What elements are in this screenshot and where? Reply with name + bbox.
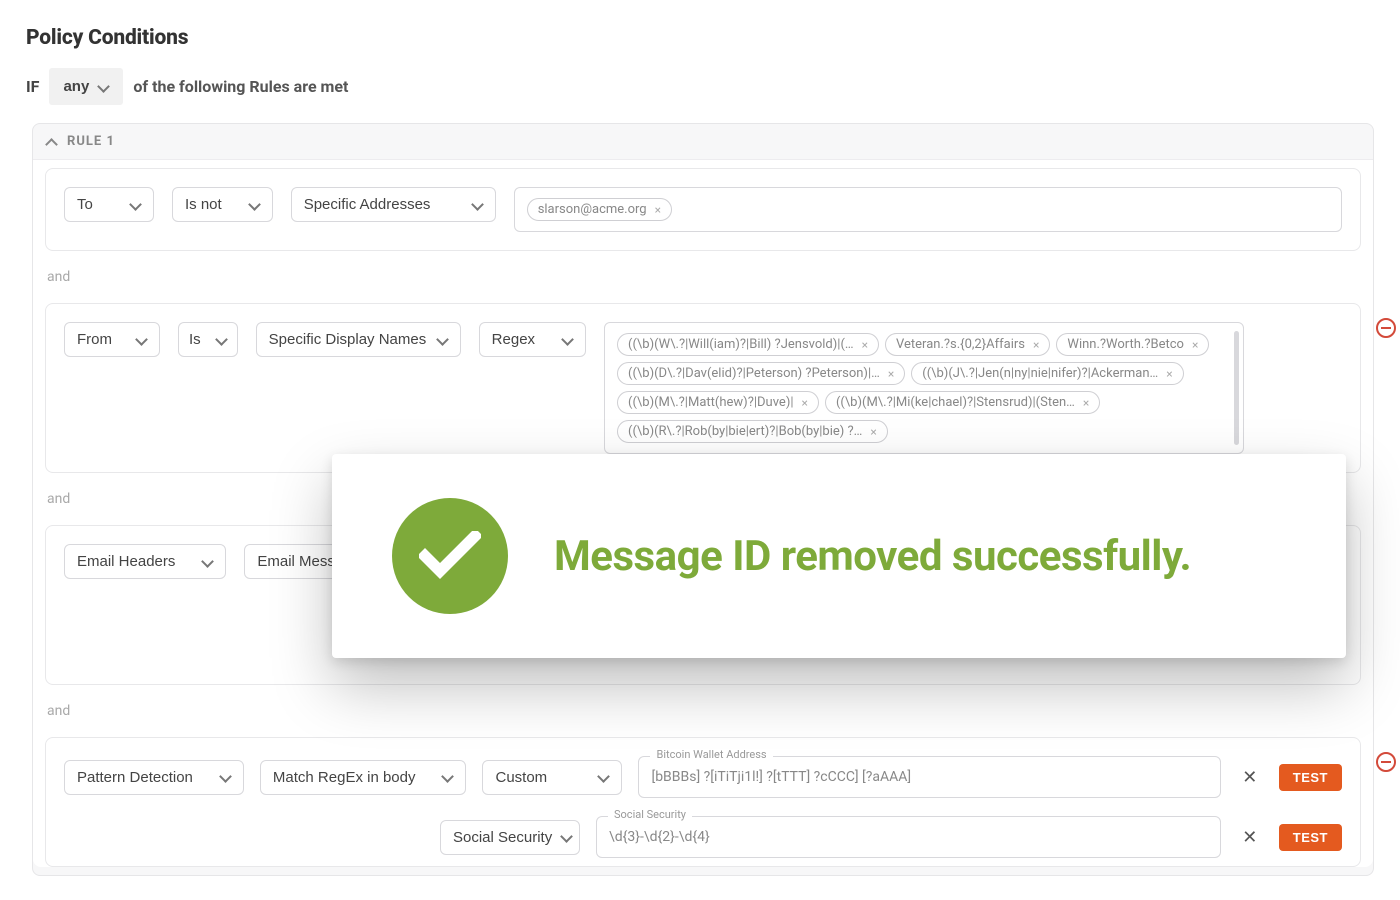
and-operator: and: [33, 259, 1373, 295]
matchtype-value: Specific Addresses: [304, 196, 431, 213]
matchtype-select-addresses[interactable]: Specific Addresses: [291, 187, 496, 222]
remove-condition-button[interactable]: [1376, 318, 1396, 338]
chip: slarson@acme.org ×: [527, 198, 672, 221]
rule-header[interactable]: RULE 1: [33, 124, 1373, 159]
chip-remove-icon[interactable]: ×: [888, 367, 894, 381]
field-select-to[interactable]: To: [64, 187, 154, 222]
chevron-up-icon: [47, 137, 57, 147]
chip: ((\b)(M\.?|Mi(ke|chael)?|Stensrud)|(Sten…: [825, 391, 1100, 414]
chip: ((\b)(W\.?|Will(iam)?|Bill) ?Jensvold)|(…: [617, 333, 879, 356]
chip-text: Veteran.?s.{0,2}Affairs: [896, 337, 1025, 352]
pattern-preset-select-custom[interactable]: Custom: [482, 760, 622, 795]
chip-remove-icon[interactable]: ×: [870, 425, 876, 439]
comparator-select-matchbody[interactable]: Match RegEx in body: [260, 760, 467, 795]
chevron-down-icon: [438, 335, 448, 345]
chevron-down-icon: [217, 335, 227, 345]
pattern-input-bitcoin[interactable]: [638, 756, 1220, 798]
field-select-value: From: [77, 331, 112, 348]
preset-value: Social Security: [453, 829, 552, 846]
logic-selector[interactable]: any: [49, 68, 123, 105]
matchtype-value: Specific Display Names: [269, 331, 427, 348]
condition-card: To Is not Specific Addresses slarson@acm…: [45, 168, 1361, 251]
chevron-down-icon: [131, 200, 141, 210]
addresses-chips-field[interactable]: slarson@acme.org ×: [514, 187, 1342, 232]
remove-pattern-button[interactable]: ✕: [1237, 764, 1263, 790]
matchtype-select-displaynames[interactable]: Specific Display Names: [256, 322, 461, 357]
remove-condition-button[interactable]: [1376, 752, 1396, 772]
pattern-preset-select-ssn[interactable]: Social Security: [440, 820, 580, 855]
check-circle-icon: [392, 498, 508, 614]
chevron-down-icon: [250, 200, 260, 210]
chevron-down-icon: [599, 772, 609, 782]
field-select-headers[interactable]: Email Headers: [64, 544, 226, 579]
chip: Veteran.?s.{0,2}Affairs ×: [885, 333, 1050, 356]
field-select-pattern[interactable]: Pattern Detection: [64, 760, 244, 795]
pattern-input-ssn[interactable]: [596, 816, 1221, 858]
chevron-down-icon: [473, 200, 483, 210]
chip-remove-icon[interactable]: ×: [1192, 338, 1198, 352]
comparator-value: Is not: [185, 196, 222, 213]
chip: ((\b)(D\.?|Dav(elid)?|Peterson) ?Peterso…: [617, 362, 905, 385]
chip-text: ((\b)(M\.?|Mi(ke|chael)?|Stensrud)|(Sten…: [836, 395, 1075, 410]
condition-card: From Is Specific Display Names Regex: [45, 303, 1361, 473]
rule-title: RULE 1: [67, 134, 115, 149]
chip-remove-icon[interactable]: ×: [1033, 338, 1039, 352]
toast-text: Message ID removed successfully.: [554, 532, 1191, 581]
pattern-label: Social Security: [608, 808, 692, 821]
comparator-value: Match RegEx in body: [273, 769, 416, 786]
chip-text: ((\b)(D\.?|Dav(elid)?|Peterson) ?Peterso…: [628, 366, 880, 381]
if-suffix: of the following Rules are met: [133, 77, 348, 96]
test-button[interactable]: TEST: [1279, 824, 1342, 851]
mode-value: Regex: [492, 331, 535, 348]
regex-chips-field[interactable]: ((\b)(W\.?|Will(iam)?|Bill) ?Jensvold)|(…: [604, 322, 1244, 454]
field-select-value: To: [77, 196, 93, 213]
chevron-down-icon: [443, 772, 453, 782]
chevron-down-icon: [563, 335, 573, 345]
comparator-select-isnot[interactable]: Is not: [172, 187, 273, 222]
chip-text: ((\b)(M\.?|Matt(hew)?|Duve)|: [628, 395, 794, 410]
section-title: Policy Conditions: [26, 26, 1374, 50]
chip-text: slarson@acme.org: [538, 202, 647, 217]
chip-text: ((\b)(R\.?|Rob(by|bie|ert)?|Bob(by|bie) …: [628, 424, 862, 439]
remove-pattern-button[interactable]: ✕: [1237, 824, 1263, 850]
comparator-select-is[interactable]: Is: [178, 322, 238, 357]
chip-text: ((\b)(J\.?|Jen(n|ny|nie|nifer)?|Ackerman…: [922, 366, 1158, 381]
chevron-down-icon: [203, 557, 213, 567]
field-select-value: Email Headers: [77, 553, 175, 570]
chip: Winn.?Worth.?Betco ×: [1056, 333, 1209, 356]
chip-remove-icon[interactable]: ×: [1166, 367, 1172, 381]
chip: ((\b)(J\.?|Jen(n|ny|nie|nifer)?|Ackerman…: [911, 362, 1183, 385]
chip: ((\b)(M\.?|Matt(hew)?|Duve)| ×: [617, 391, 819, 414]
chevron-down-icon: [562, 832, 567, 842]
chip: ((\b)(R\.?|Rob(by|bie|ert)?|Bob(by|bie) …: [617, 420, 888, 443]
test-button[interactable]: TEST: [1279, 764, 1342, 791]
if-label: IF: [26, 77, 39, 96]
chevron-down-icon: [137, 335, 147, 345]
logic-selector-value: any: [63, 78, 89, 95]
success-toast: Message ID removed successfully.: [332, 454, 1346, 658]
if-condition-line: IF any of the following Rules are met: [26, 68, 1374, 105]
chip-text: Winn.?Worth.?Betco: [1067, 337, 1184, 352]
mode-select-regex[interactable]: Regex: [479, 322, 586, 357]
chip-remove-icon[interactable]: ×: [802, 396, 808, 410]
comparator-value: Is: [189, 331, 201, 348]
field-select-value: Pattern Detection: [77, 769, 193, 786]
chevron-down-icon: [99, 82, 109, 92]
chip-remove-icon[interactable]: ×: [655, 203, 661, 217]
condition-card: Pattern Detection Match RegEx in body Cu…: [45, 737, 1361, 867]
and-operator: and: [33, 693, 1373, 729]
chip-text: ((\b)(W\.?|Will(iam)?|Bill) ?Jensvold)|(…: [628, 337, 854, 352]
comparator-value: Email Mess: [257, 553, 335, 570]
field-select-from[interactable]: From: [64, 322, 160, 357]
chip-remove-icon[interactable]: ×: [1083, 396, 1089, 410]
pattern-label: Bitcoin Wallet Address: [650, 748, 772, 761]
chevron-down-icon: [221, 772, 231, 782]
chip-remove-icon[interactable]: ×: [862, 338, 868, 352]
preset-value: Custom: [495, 769, 547, 786]
